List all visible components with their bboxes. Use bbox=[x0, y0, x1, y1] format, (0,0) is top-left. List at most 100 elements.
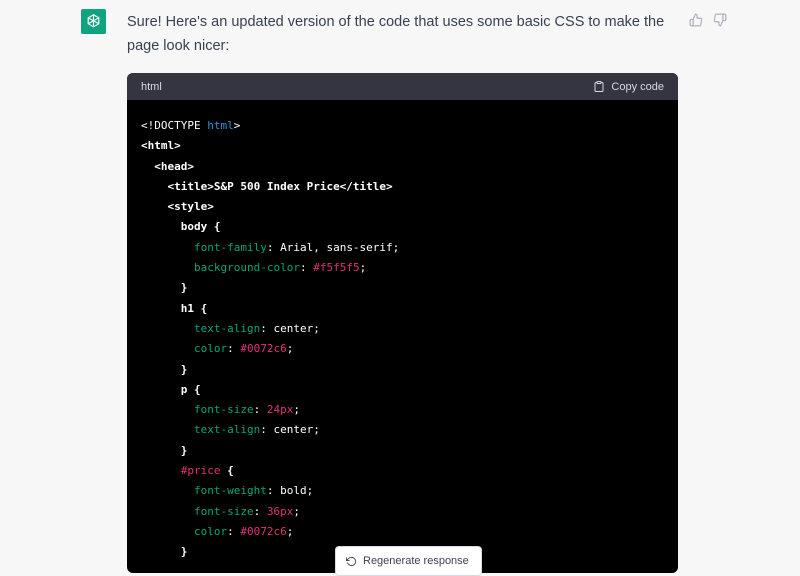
code-line: body { bbox=[141, 217, 664, 237]
code-line: <title>S&P 500 Index Price</title> bbox=[141, 177, 664, 197]
code-token: font-size bbox=[193, 504, 254, 518]
openai-logo-icon bbox=[87, 14, 100, 28]
refresh-icon bbox=[346, 556, 357, 566]
code-token: ; bbox=[286, 524, 294, 538]
code-line: font-weight: bold; bbox=[141, 481, 664, 501]
clipboard-icon bbox=[594, 81, 604, 92]
code-token: #price bbox=[180, 464, 221, 478]
code-line: text-align: center; bbox=[141, 420, 664, 440]
code-token: } bbox=[180, 545, 188, 559]
code-line: <style> bbox=[141, 197, 664, 217]
code-line: } bbox=[141, 441, 664, 461]
code-line: <html> bbox=[141, 136, 664, 156]
code-token: p { bbox=[180, 382, 201, 396]
code-block-header: html Copy code bbox=[127, 73, 678, 100]
thumbs-down-icon bbox=[713, 13, 727, 27]
code-token: h1 { bbox=[180, 301, 208, 315]
code-token: <title>S&P 500 Index Price</title> bbox=[167, 179, 393, 193]
code-token: } bbox=[180, 281, 188, 295]
feedback-buttons bbox=[688, 12, 728, 28]
code-token: } bbox=[180, 362, 188, 376]
code-token: ; bbox=[286, 342, 294, 356]
code-token: font-family bbox=[193, 240, 267, 254]
copy-code-label: Copy code bbox=[611, 80, 664, 93]
code-line: <!DOCTYPE html> bbox=[141, 116, 664, 136]
code-token: ; bbox=[359, 261, 367, 275]
code-line: #price { bbox=[141, 461, 664, 481]
code-line: background-color: #f5f5f5; bbox=[141, 258, 664, 278]
regenerate-response-button[interactable]: Regenerate response bbox=[335, 546, 482, 576]
code-token: } bbox=[180, 443, 188, 457]
code-line: font-family: Arial, sans-serif; bbox=[141, 238, 664, 258]
code-token: font-weight bbox=[193, 484, 267, 498]
code-token: { bbox=[220, 464, 234, 478]
code-token: <head> bbox=[154, 159, 194, 173]
code-token: <style> bbox=[167, 200, 214, 214]
code-token: > bbox=[233, 119, 241, 132]
code-block: html Copy code <!DOCTYPE html> <html> <he… bbox=[127, 73, 678, 573]
code-token: : bbox=[227, 524, 241, 538]
code-line: color: #0072c6; bbox=[141, 522, 664, 542]
code-line: <head> bbox=[141, 157, 664, 177]
code-token: text-align bbox=[193, 321, 261, 335]
code-token: font-size bbox=[193, 403, 254, 417]
code-token: : center; bbox=[260, 423, 320, 437]
code-token: background-color bbox=[193, 261, 300, 275]
regenerate-label: Regenerate response bbox=[363, 555, 469, 567]
code-token: text-align bbox=[193, 423, 261, 437]
code-token: : center; bbox=[260, 321, 320, 335]
code-token: : bold; bbox=[266, 484, 314, 498]
code-token: : Arial, sans-serif; bbox=[266, 240, 400, 254]
code-token: ; bbox=[293, 504, 300, 518]
code-line: color: #0072c6; bbox=[141, 339, 664, 359]
code-token: body { bbox=[180, 220, 221, 234]
code-content: <!DOCTYPE html> <html> <head> <title>S&P … bbox=[127, 100, 678, 563]
code-line: } bbox=[141, 360, 664, 380]
code-token: #f5f5f5 bbox=[313, 261, 360, 275]
code-token: : bbox=[299, 261, 314, 275]
assistant-avatar bbox=[81, 9, 106, 34]
code-line: text-align: center; bbox=[141, 319, 664, 339]
code-token: : bbox=[227, 342, 241, 356]
code-token: ; bbox=[293, 403, 300, 417]
assistant-message-text: Sure! Here's an updated version of the c… bbox=[127, 14, 665, 54]
code-token: #0072c6 bbox=[240, 342, 287, 356]
code-token: : bbox=[253, 504, 267, 518]
code-line: p { bbox=[141, 380, 664, 400]
thumbs-down-button[interactable] bbox=[712, 12, 728, 28]
code-token: html bbox=[207, 119, 234, 132]
thumbs-up-icon bbox=[689, 13, 703, 27]
code-language-label: html bbox=[141, 80, 162, 93]
code-token: <!DOCTYPE bbox=[141, 119, 208, 132]
code-token: <html> bbox=[141, 139, 181, 153]
code-line: font-size: 24px; bbox=[141, 400, 664, 420]
code-token: : bbox=[253, 403, 267, 417]
code-token: 24px bbox=[266, 403, 294, 417]
code-token: color bbox=[193, 524, 228, 538]
thumbs-up-button[interactable] bbox=[688, 12, 704, 28]
code-token: 36px bbox=[266, 504, 294, 518]
copy-code-button[interactable]: Copy code bbox=[593, 80, 664, 93]
code-line: h1 { bbox=[141, 299, 664, 319]
code-token: color bbox=[193, 342, 228, 356]
code-token: #0072c6 bbox=[240, 524, 287, 538]
